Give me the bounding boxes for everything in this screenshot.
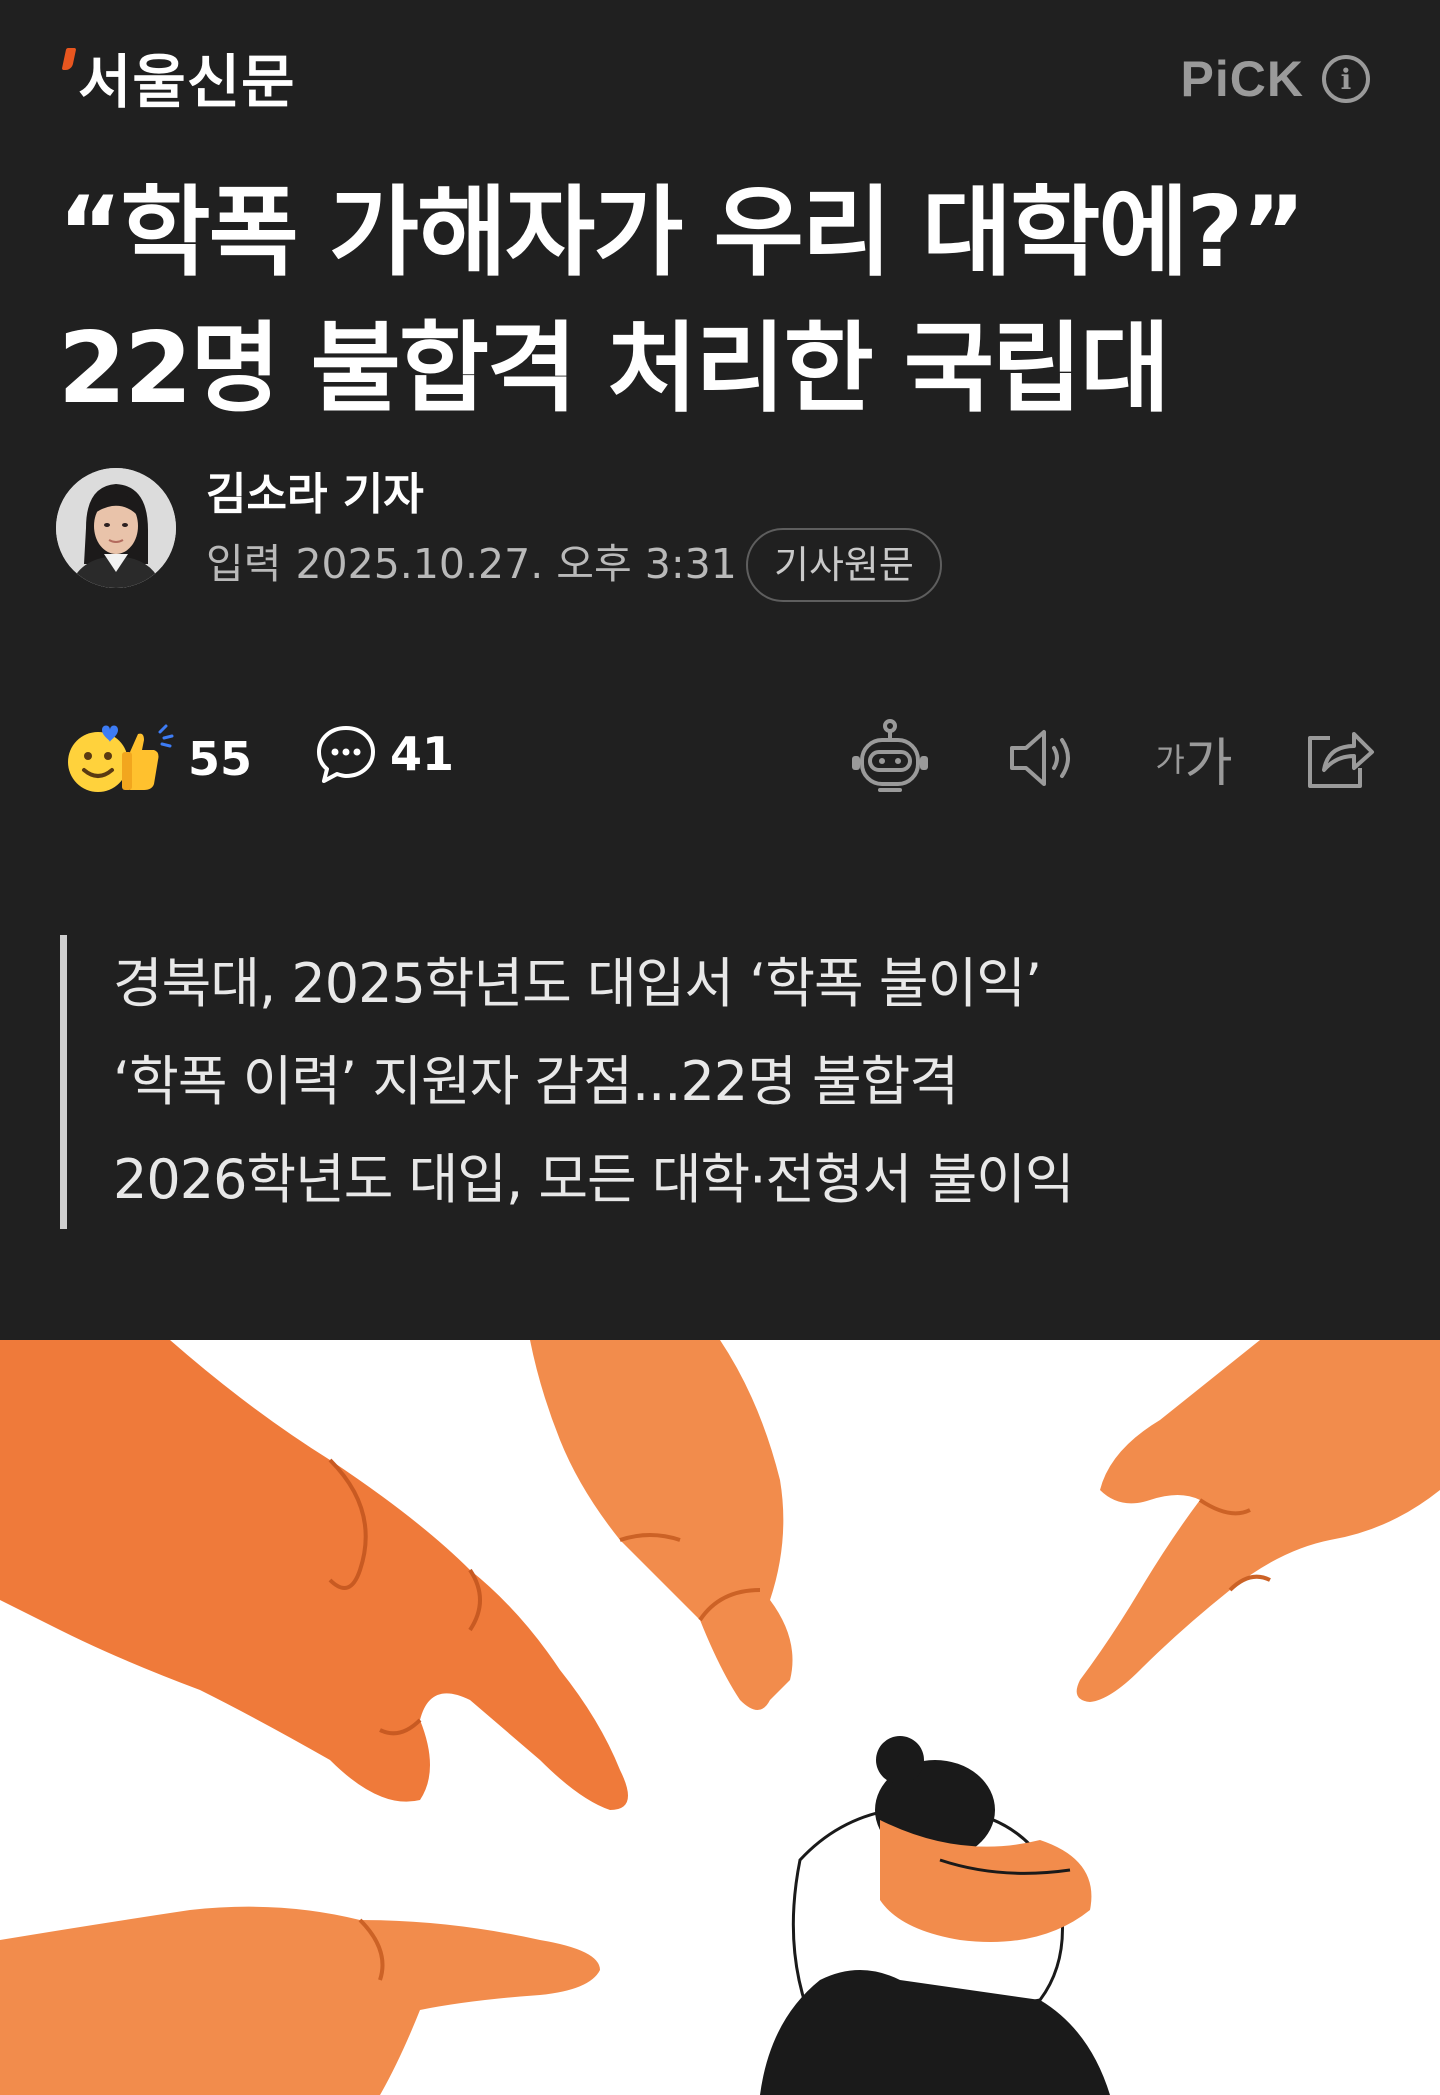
comment-button[interactable]: 41 bbox=[314, 722, 454, 786]
font-size-button[interactable]: 가 가 bbox=[1152, 716, 1236, 800]
reporter-name[interactable]: 김소라 기자 bbox=[206, 468, 424, 522]
ai-summary-button[interactable] bbox=[848, 716, 932, 800]
info-icon[interactable]: i bbox=[1322, 55, 1370, 103]
reaction-button[interactable]: 55 bbox=[64, 722, 252, 796]
share-button[interactable] bbox=[1296, 716, 1380, 800]
press-name: 서울신문 bbox=[78, 48, 296, 116]
comment-count: 41 bbox=[390, 727, 455, 781]
pick-label: PiCK bbox=[1180, 51, 1304, 107]
summary-line: ‘학폭 이력’ 지원자 감점...22명 불합격 bbox=[113, 1050, 959, 1113]
ai-bot-icon bbox=[852, 719, 928, 792]
font-size-small-glyph: 가 bbox=[1155, 742, 1185, 778]
article-header-section: 서울신문 PiCK i “학폭 가해자가 우리 대학에?” 22명 불합격 처리… bbox=[0, 0, 1440, 1340]
published-time: 2025.10.27. 오후 3:31 bbox=[295, 540, 737, 588]
article-summary: 경북대, 2025학년도 대입서 ‘학폭 불이익’ ‘학폭 이력’ 지원자 감점… bbox=[60, 935, 1413, 1229]
reporter-photo bbox=[56, 468, 176, 588]
original-article-button[interactable]: 기사원문 bbox=[746, 528, 942, 602]
summary-line: 2026학년도 대입, 모든 대학·전형서 불이익 bbox=[113, 1148, 1075, 1211]
article-illustration[interactable] bbox=[0, 1340, 1440, 2095]
summary-line: 경북대, 2025학년도 대입서 ‘학폭 불이익’ bbox=[113, 952, 1042, 1015]
published-label: 입력 bbox=[206, 540, 282, 588]
reaction-count: 55 bbox=[188, 732, 253, 786]
comment-icon bbox=[317, 726, 375, 783]
reaction-emoji-icon bbox=[68, 724, 174, 792]
logo-accent-mark bbox=[61, 48, 77, 70]
article-headline: “학폭 가해자가 우리 대학에?” 22명 불합격 처리한 국립대 bbox=[58, 176, 1306, 426]
press-logo[interactable]: 서울신문 bbox=[61, 42, 296, 122]
font-size-big-glyph: 가 bbox=[1184, 734, 1233, 793]
share-icon bbox=[1308, 732, 1374, 788]
text-to-speech-button[interactable] bbox=[1000, 716, 1084, 800]
speaker-icon bbox=[1010, 730, 1070, 786]
pick-badge[interactable]: PiCK i bbox=[1181, 50, 1370, 108]
published-datetime: 입력 2025.10.27. 오후 3:31 bbox=[206, 536, 737, 592]
pointing-hands-illustration bbox=[0, 1340, 1440, 2095]
reporter-avatar[interactable] bbox=[56, 468, 176, 588]
